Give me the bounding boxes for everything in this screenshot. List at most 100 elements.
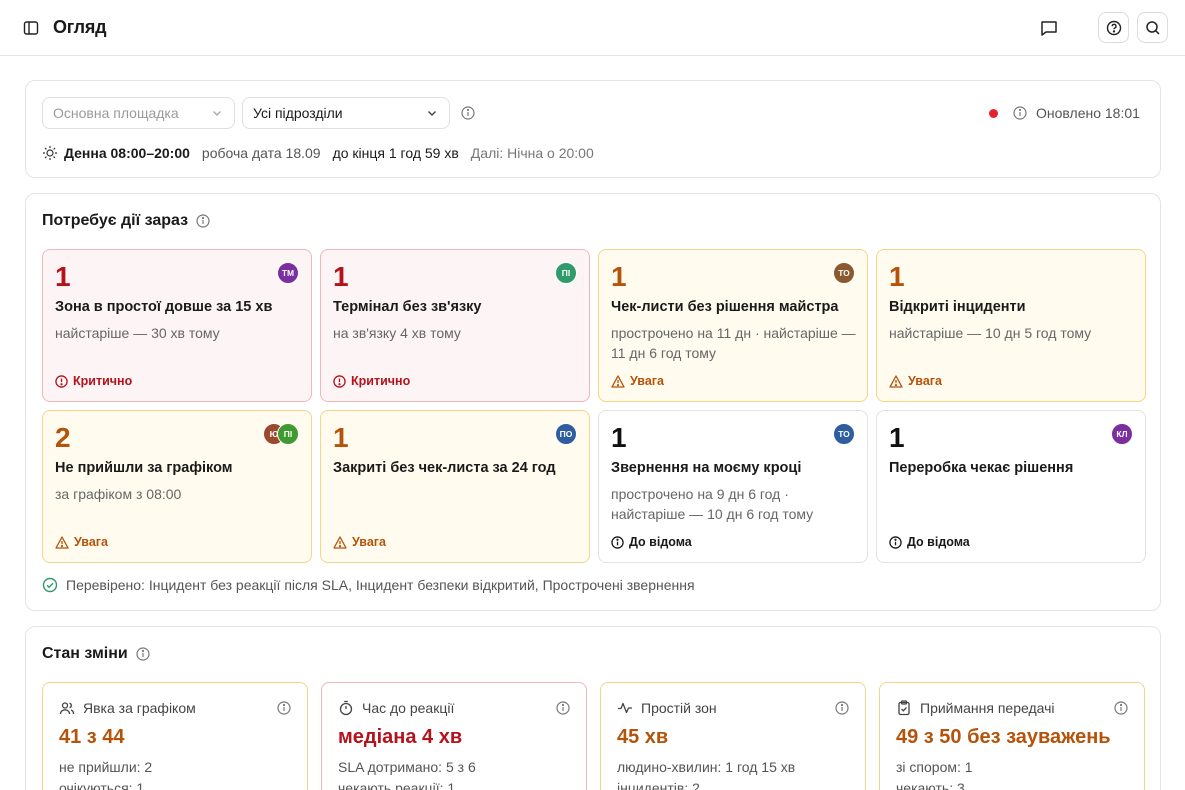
alert-detail: прострочено на 11 дн · найстаріше — 11 д… bbox=[611, 325, 856, 361]
alert-tile[interactable]: 1 ТО Чек-листи без рішення майстра прост… bbox=[598, 249, 868, 402]
severity-label: Увага bbox=[74, 535, 108, 549]
metric-value: 41 з 44 bbox=[59, 726, 125, 748]
alert-tile[interactable]: 2 Ю ПІ Не прийшли за графіком за графіко… bbox=[42, 410, 312, 563]
alert-title: Чек-листи без рішення майстра bbox=[611, 299, 839, 315]
sidebar-toggle-icon[interactable] bbox=[20, 17, 42, 39]
site-select[interactable]: Основна площадка bbox=[42, 97, 235, 129]
avatar[interactable]: ПІ bbox=[555, 262, 577, 284]
alert-count: 2 bbox=[55, 422, 71, 453]
section-title: Стан зміни bbox=[42, 645, 150, 663]
avatar[interactable]: ТО bbox=[833, 423, 855, 445]
severity-badge: Критично bbox=[333, 374, 410, 388]
help-icon bbox=[1106, 20, 1121, 35]
timer-icon bbox=[339, 700, 353, 716]
avatar[interactable]: ПІ bbox=[277, 423, 299, 445]
severity-badge: До відома bbox=[889, 535, 970, 549]
assignees: ПО bbox=[555, 423, 577, 445]
alert-circle-icon bbox=[333, 374, 346, 388]
alert-title: Закриті без чек-листа за 24 год bbox=[333, 460, 556, 476]
metric-value: 49 з 50 без зауважень bbox=[896, 726, 1111, 748]
search-icon bbox=[1145, 20, 1160, 35]
severity-label: Критично bbox=[351, 374, 411, 388]
info-icon[interactable] bbox=[277, 701, 291, 715]
avatar[interactable]: ТО bbox=[833, 262, 855, 284]
live-status-dot bbox=[989, 109, 998, 118]
info-icon[interactable] bbox=[196, 214, 210, 228]
severity-badge: Увага bbox=[55, 535, 108, 549]
check-circle-icon bbox=[42, 577, 58, 593]
severity-badge: Увага bbox=[611, 374, 664, 388]
alert-tile[interactable]: 1 Відкриті інциденти найстаріше — 10 дн … bbox=[876, 249, 1146, 402]
sun-icon bbox=[43, 146, 57, 160]
info-circle-icon bbox=[611, 535, 624, 549]
metric-detail: чекають: 3 bbox=[896, 780, 965, 790]
alert-title: Термінал без зв'язку bbox=[333, 299, 482, 315]
help-button[interactable] bbox=[1098, 12, 1129, 43]
metric-header: Приймання передачі bbox=[896, 700, 1055, 716]
assignees: Ю ПІ bbox=[263, 423, 299, 445]
division-select-value: Усі підрозділи bbox=[253, 105, 343, 121]
search-button[interactable] bbox=[1137, 12, 1168, 43]
alert-tile[interactable]: 1 ПО Закриті без чек-листа за 24 год Ува… bbox=[320, 410, 590, 563]
updated-time: Оновлено 18:01 bbox=[1036, 105, 1140, 121]
metric-card[interactable]: Явка за графіком 41 з 44 не прийшли: 2 о… bbox=[42, 682, 308, 790]
metric-detail: чекають реакції: 1 bbox=[338, 780, 456, 790]
metric-card[interactable]: Приймання передачі 49 з 50 без зауважень… bbox=[879, 682, 1145, 790]
section-title: Потребує дії зараз bbox=[42, 212, 210, 230]
alert-title: Відкриті інциденти bbox=[889, 299, 1026, 315]
metric-detail: інцидентів: 2 bbox=[617, 780, 700, 790]
alert-detail: найстаріше — 30 хв тому bbox=[55, 325, 220, 341]
alert-tile[interactable]: 1 ТМ Зона в простої довше за 15 хв найст… bbox=[42, 249, 312, 402]
shift-remaining: до кінця 1 год 59 хв bbox=[332, 145, 459, 161]
alert-title: Звернення на моєму кроці bbox=[611, 460, 802, 476]
metric-card[interactable]: Час до реакції медіана 4 хв SLA дотриман… bbox=[321, 682, 587, 790]
warning-triangle-icon bbox=[333, 535, 347, 549]
alert-detail: за графіком з 08:00 bbox=[55, 486, 182, 502]
users-icon bbox=[59, 702, 75, 715]
avatar[interactable]: ТМ bbox=[277, 262, 299, 284]
assignees: ПІ bbox=[555, 262, 577, 284]
warning-triangle-icon bbox=[611, 374, 625, 388]
avatar[interactable]: КЛ bbox=[1111, 423, 1133, 445]
assignees: ТО bbox=[833, 262, 855, 284]
alert-tile[interactable]: 1 ПІ Термінал без зв'язку на зв'язку 4 х… bbox=[320, 249, 590, 402]
info-icon[interactable] bbox=[1114, 701, 1128, 715]
division-select[interactable]: Усі підрозділи bbox=[242, 97, 450, 129]
metric-detail: людино-хвилин: 1 год 15 хв bbox=[617, 759, 796, 775]
info-icon[interactable] bbox=[136, 647, 150, 661]
info-icon[interactable] bbox=[461, 106, 475, 120]
severity-label: До відома bbox=[907, 535, 970, 549]
clipboard-check-icon bbox=[898, 700, 910, 716]
metric-detail: очікуються: 1 bbox=[59, 780, 145, 790]
info-circle-icon bbox=[889, 535, 902, 549]
checked-text: Перевірено: Інцидент без реакції після S… bbox=[66, 577, 695, 593]
page-title: Огляд bbox=[53, 17, 107, 37]
activity-icon bbox=[618, 702, 632, 714]
work-date: робоча дата 18.09 bbox=[201, 145, 321, 161]
feedback-button[interactable] bbox=[1036, 16, 1062, 40]
filters-panel: Основна площадка Усі підрозділи Оновлено… bbox=[25, 80, 1161, 178]
severity-label: Увага bbox=[352, 535, 386, 549]
metric-label: Явка за графіком bbox=[83, 700, 196, 716]
metric-detail: не прийшли: 2 bbox=[59, 759, 153, 775]
metric-header: Простій зон bbox=[617, 700, 717, 716]
shift-name: Денна 08:00–20:00 bbox=[64, 145, 190, 161]
alert-detail: найстаріше — 10 дн 5 год тому bbox=[889, 325, 1092, 341]
info-icon[interactable] bbox=[1013, 106, 1027, 120]
alert-tile[interactable]: 1 ТО Звернення на моєму кроці прострочен… bbox=[598, 410, 868, 563]
alert-circle-icon bbox=[55, 374, 68, 388]
metric-card[interactable]: Простій зон 45 хв людино-хвилин: 1 год 1… bbox=[600, 682, 866, 790]
severity-badge: Увага bbox=[889, 374, 942, 388]
avatar[interactable]: ПО bbox=[555, 423, 577, 445]
severity-badge: Критично bbox=[55, 374, 132, 388]
alert-detail: на зв'язку 4 хв тому bbox=[333, 325, 461, 341]
info-icon[interactable] bbox=[556, 701, 570, 715]
metric-value: медіана 4 хв bbox=[338, 726, 463, 748]
info-icon[interactable] bbox=[835, 701, 849, 715]
assignees: ТО bbox=[833, 423, 855, 445]
metric-label: Приймання передачі bbox=[920, 700, 1055, 716]
chevron-down-icon bbox=[428, 111, 436, 116]
alert-count: 1 bbox=[55, 261, 71, 292]
alert-count: 1 bbox=[611, 261, 627, 292]
alert-tile[interactable]: 1 КЛ Переробка чекає рішення До відома bbox=[876, 410, 1146, 563]
